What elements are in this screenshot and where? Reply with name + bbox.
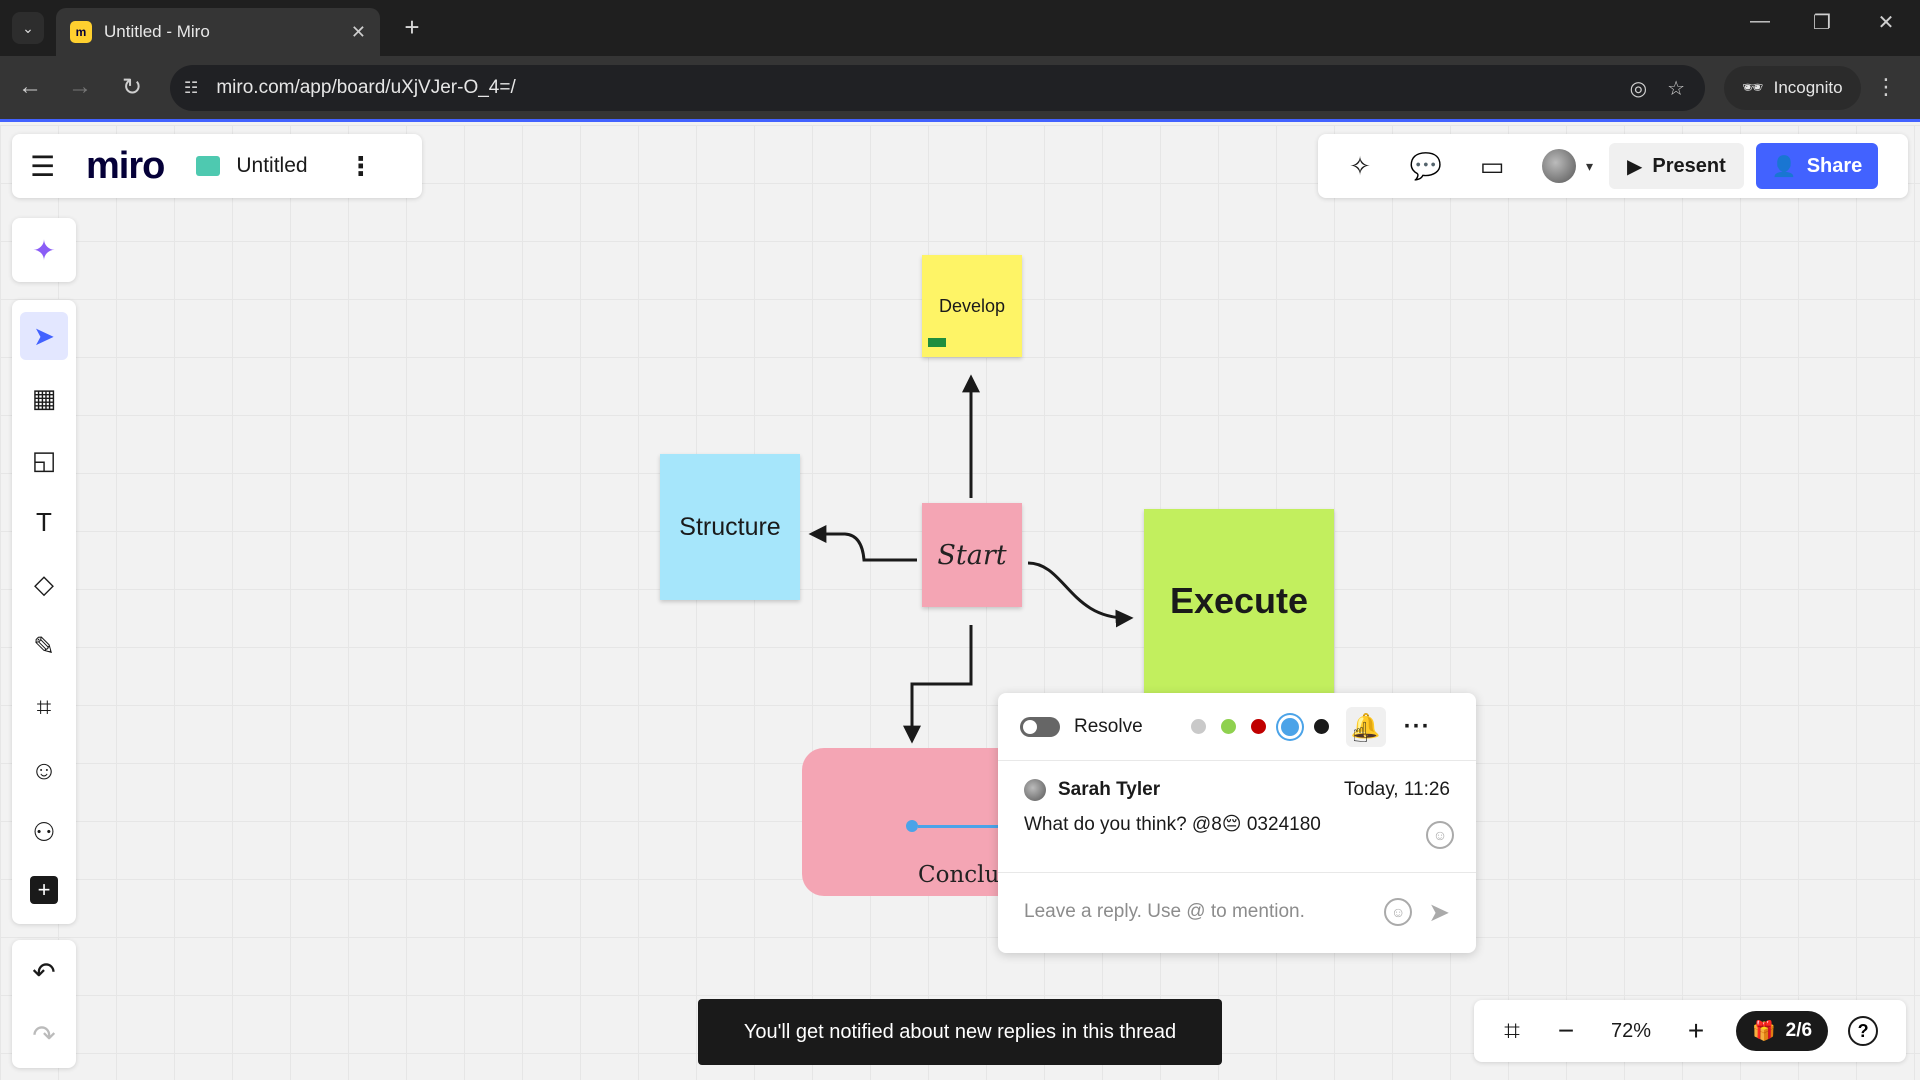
new-tab-plus-icon[interactable]: + (396, 12, 428, 43)
site-info-icon[interactable]: ☷ (184, 78, 198, 98)
miro-favicon-icon: m (70, 21, 92, 43)
share-label: Share (1806, 154, 1863, 177)
sticky-develop-text: Develop (938, 295, 1006, 316)
present-button[interactable]: ▶ Present (1609, 143, 1744, 189)
incognito-badge[interactable]: 🕶 Incognito (1724, 66, 1861, 110)
back-arrow-icon[interactable]: ← (14, 73, 46, 101)
bookmark-star-icon[interactable]: ☆ (1667, 76, 1685, 101)
browser-address-bar: ← → ↻ ☷ miro.com/app/board/uXjVJer-O_4=/… (0, 56, 1920, 122)
sticky-execute[interactable]: Execute (1144, 509, 1334, 693)
browser-tab[interactable]: m Untitled - Miro ✕ (56, 8, 380, 56)
omnibox[interactable]: ☷ miro.com/app/board/uXjVJer-O_4=/ ◎ ☆ (170, 65, 1705, 111)
resolve-toggle[interactable] (1020, 716, 1060, 737)
avatar[interactable] (1542, 149, 1576, 183)
comment-text: What do you think? @8😔 0324180 (1024, 814, 1321, 835)
play-icon: ▶ (1627, 155, 1643, 178)
incognito-icon: 🕶 (1742, 78, 1764, 97)
sticky-develop[interactable]: Develop (922, 255, 1022, 357)
sticky-structure[interactable]: Structure (660, 454, 800, 600)
miro-logo[interactable]: miro (86, 145, 165, 188)
undo-icon[interactable]: ↶ (32, 956, 55, 989)
sparkle-icon: ✦ (32, 234, 56, 266)
hand-pointer-icon: ☝ (1352, 717, 1370, 748)
comment-thread: Resolve 🔔 ··· Sarah Tyler Today, 11:26 W… (998, 693, 1476, 953)
collaboration-toolbar: ✧ 💬 ▭ ▾ ▶ Present 👤 Share (1318, 134, 1908, 198)
more-options-icon[interactable]: ··· (1404, 713, 1431, 741)
color-swatch[interactable] (1313, 719, 1329, 734)
board-icon (196, 156, 221, 176)
minimize-icon[interactable]: — (1740, 10, 1780, 33)
video-call-icon[interactable]: ▭ (1470, 151, 1514, 182)
notification-toast: You'll get notified about new replies in… (698, 999, 1222, 1065)
reload-icon[interactable]: ↻ (116, 73, 148, 102)
frames-value: 2/6 (1785, 1020, 1813, 1041)
browser-tab-bar: ⌄ m Untitled - Miro ✕ + — ❐ ✕ (0, 0, 1920, 56)
shapes-tool-icon[interactable]: ◇ (20, 560, 68, 608)
board-more-icon[interactable]: ⋮ (348, 151, 374, 182)
sticky-tag (928, 338, 946, 347)
sticky-structure-text: Structure (679, 512, 781, 541)
text-tool-icon[interactable]: T (20, 498, 68, 546)
chevron-down-icon[interactable]: ▾ (1586, 158, 1593, 175)
shape-conclude[interactable]: Concluc (802, 748, 1028, 896)
add-tool-icon[interactable]: + (30, 876, 58, 904)
sticky-note-tool-icon[interactable]: ◱ (20, 436, 68, 484)
tab-search-chevron-icon[interactable]: ⌄ (12, 12, 44, 44)
fit-to-screen-icon[interactable]: ⌗ (1492, 1015, 1532, 1048)
reactions-icon[interactable]: ✧ (1338, 151, 1382, 182)
reply-area: ☺ ➤ (998, 873, 1476, 951)
thread-header: Resolve 🔔 ··· (998, 693, 1476, 761)
board-name[interactable]: Untitled (236, 154, 307, 178)
redo-icon[interactable]: ↷ (32, 1019, 55, 1052)
more-apps-tool-icon[interactable]: ⚇ (20, 808, 68, 856)
browser-menu-icon[interactable]: ⋮ (1875, 74, 1897, 100)
comment: Sarah Tyler Today, 11:26 What do you thi… (998, 761, 1476, 873)
url-text[interactable]: miro.com/app/board/uXjVJer-O_4=/ (216, 77, 1629, 99)
help-icon[interactable]: ? (1848, 1016, 1879, 1046)
sticky-start-text: Start (937, 539, 1007, 571)
pen-tool-icon[interactable]: ✎ (20, 622, 68, 670)
send-icon[interactable]: ➤ (1428, 897, 1450, 928)
tab-title: Untitled - Miro (104, 22, 210, 41)
zoom-in-icon[interactable]: + (1676, 1015, 1716, 1047)
frames-counter[interactable]: 🎁 2/6 (1736, 1011, 1829, 1051)
sticky-execute-text: Execute (1169, 580, 1309, 621)
tab-close-icon[interactable]: ✕ (351, 22, 366, 43)
sticky-start[interactable]: Start (922, 503, 1022, 607)
frame-tool-icon[interactable]: ⌗ (20, 684, 68, 732)
resolve-label: Resolve (1074, 715, 1143, 737)
select-tool-icon[interactable]: ➤ (20, 312, 68, 360)
add-reaction-icon[interactable]: ☺ (1426, 821, 1454, 849)
zoom-level[interactable]: 72% (1586, 1020, 1676, 1043)
eye-off-icon[interactable]: ◎ (1630, 76, 1647, 101)
author-avatar (1024, 779, 1046, 801)
connection-handle[interactable] (906, 820, 918, 832)
color-swatch[interactable] (1280, 717, 1299, 736)
zoom-panel: ⌗ − 72% + 🎁 2/6 ? (1474, 1000, 1906, 1062)
share-button[interactable]: 👤 Share (1755, 143, 1879, 189)
ai-assistant-button[interactable]: ✦ (12, 218, 76, 282)
left-toolbar: ➤ ▦ ◱ T ◇ ✎ ⌗ ☺ ⚇ + (12, 300, 76, 924)
zoom-out-icon[interactable]: − (1546, 1015, 1586, 1047)
user-icon: 👤 (1771, 155, 1797, 178)
present-label: Present (1652, 154, 1726, 177)
main-menu-icon[interactable]: ☰ (30, 150, 60, 183)
restore-icon[interactable]: ❐ (1802, 10, 1842, 35)
color-swatch[interactable] (1250, 719, 1266, 734)
templates-tool-icon[interactable]: ▦ (20, 374, 68, 422)
color-swatch[interactable] (1190, 719, 1206, 734)
board-header: ☰ miro Untitled ⋮ (12, 134, 422, 198)
color-swatch[interactable] (1220, 719, 1236, 734)
stickers-tool-icon[interactable]: ☺ (20, 746, 68, 794)
gift-icon: 🎁 (1752, 1021, 1776, 1042)
comment-author: Sarah Tyler (1058, 779, 1161, 800)
reply-input[interactable] (1024, 901, 1385, 923)
comments-icon[interactable]: 💬 (1404, 151, 1448, 182)
reply-emoji-icon[interactable]: ☺ (1384, 898, 1413, 926)
incognito-label: Incognito (1773, 78, 1843, 97)
comment-time: Today, 11:26 (1344, 779, 1450, 800)
close-window-icon[interactable]: ✕ (1866, 10, 1906, 35)
forward-arrow-icon[interactable]: → (64, 73, 96, 101)
undo-redo-panel: ↶ ↷ (12, 940, 76, 1068)
